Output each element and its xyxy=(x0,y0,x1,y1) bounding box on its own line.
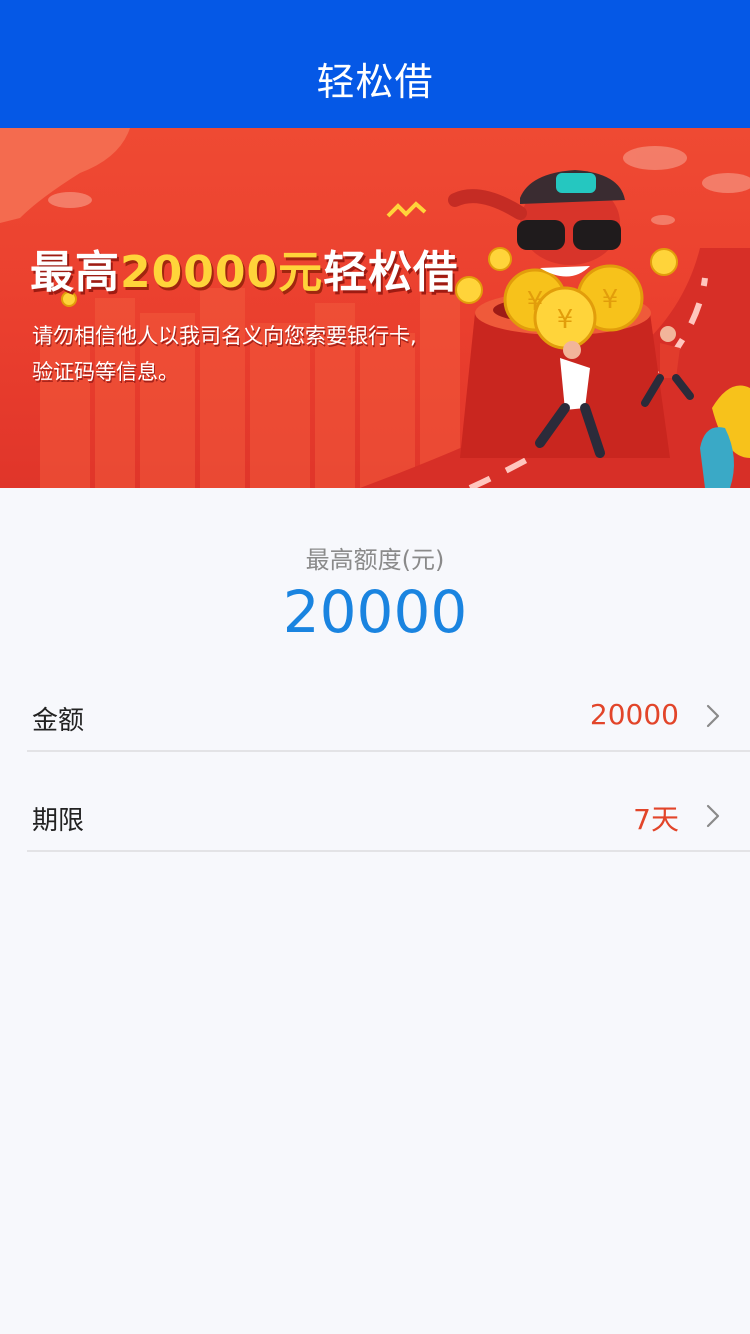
promo-banner[interactable]: ¥ ¥ ¥ 最高20000元轻松借 请勿相信他人以我司名义向您索要银行卡, 验证… xyxy=(0,128,750,488)
page-title: 轻松借 xyxy=(316,60,434,104)
svg-text:¥: ¥ xyxy=(557,305,574,335)
max-limit-label: 最高额度(元) xyxy=(305,546,445,574)
amount-row[interactable]: 金额 20000 xyxy=(27,652,750,752)
banner-notice: 请勿相信他人以我司名义向您索要银行卡, 验证码等信息。 xyxy=(32,318,417,390)
squiggle-decoration xyxy=(386,201,427,218)
term-row[interactable]: 期限 7天 xyxy=(27,752,750,852)
navigation-bar: 轻松借 xyxy=(0,0,750,128)
svg-text:¥: ¥ xyxy=(527,287,544,317)
chevron-right-icon xyxy=(706,804,720,828)
banner-illustration: ¥ ¥ ¥ xyxy=(0,128,750,488)
term-label: 期限 xyxy=(32,806,85,836)
headline-suffix: 轻松借 xyxy=(323,247,459,298)
banner-headline: 最高20000元轻松借 xyxy=(30,236,458,300)
term-value[interactable]: 7天 xyxy=(633,798,679,838)
notice-line-1: 请勿相信他人以我司名义向您索要银行卡, xyxy=(32,324,417,348)
amount-value[interactable]: 20000 xyxy=(590,698,679,731)
mascot-glasses xyxy=(517,220,565,250)
headline-amount: 20000元 xyxy=(120,247,324,298)
chevron-right-icon xyxy=(706,704,720,728)
notice-line-2: 验证码等信息。 xyxy=(32,360,179,384)
banner-blob xyxy=(0,128,130,223)
svg-text:¥: ¥ xyxy=(602,285,619,315)
headline-prefix: 最高 xyxy=(30,247,120,298)
amount-label: 金额 xyxy=(32,706,85,736)
cloud-icon xyxy=(48,146,750,225)
max-limit-value: 20000 xyxy=(282,578,468,646)
